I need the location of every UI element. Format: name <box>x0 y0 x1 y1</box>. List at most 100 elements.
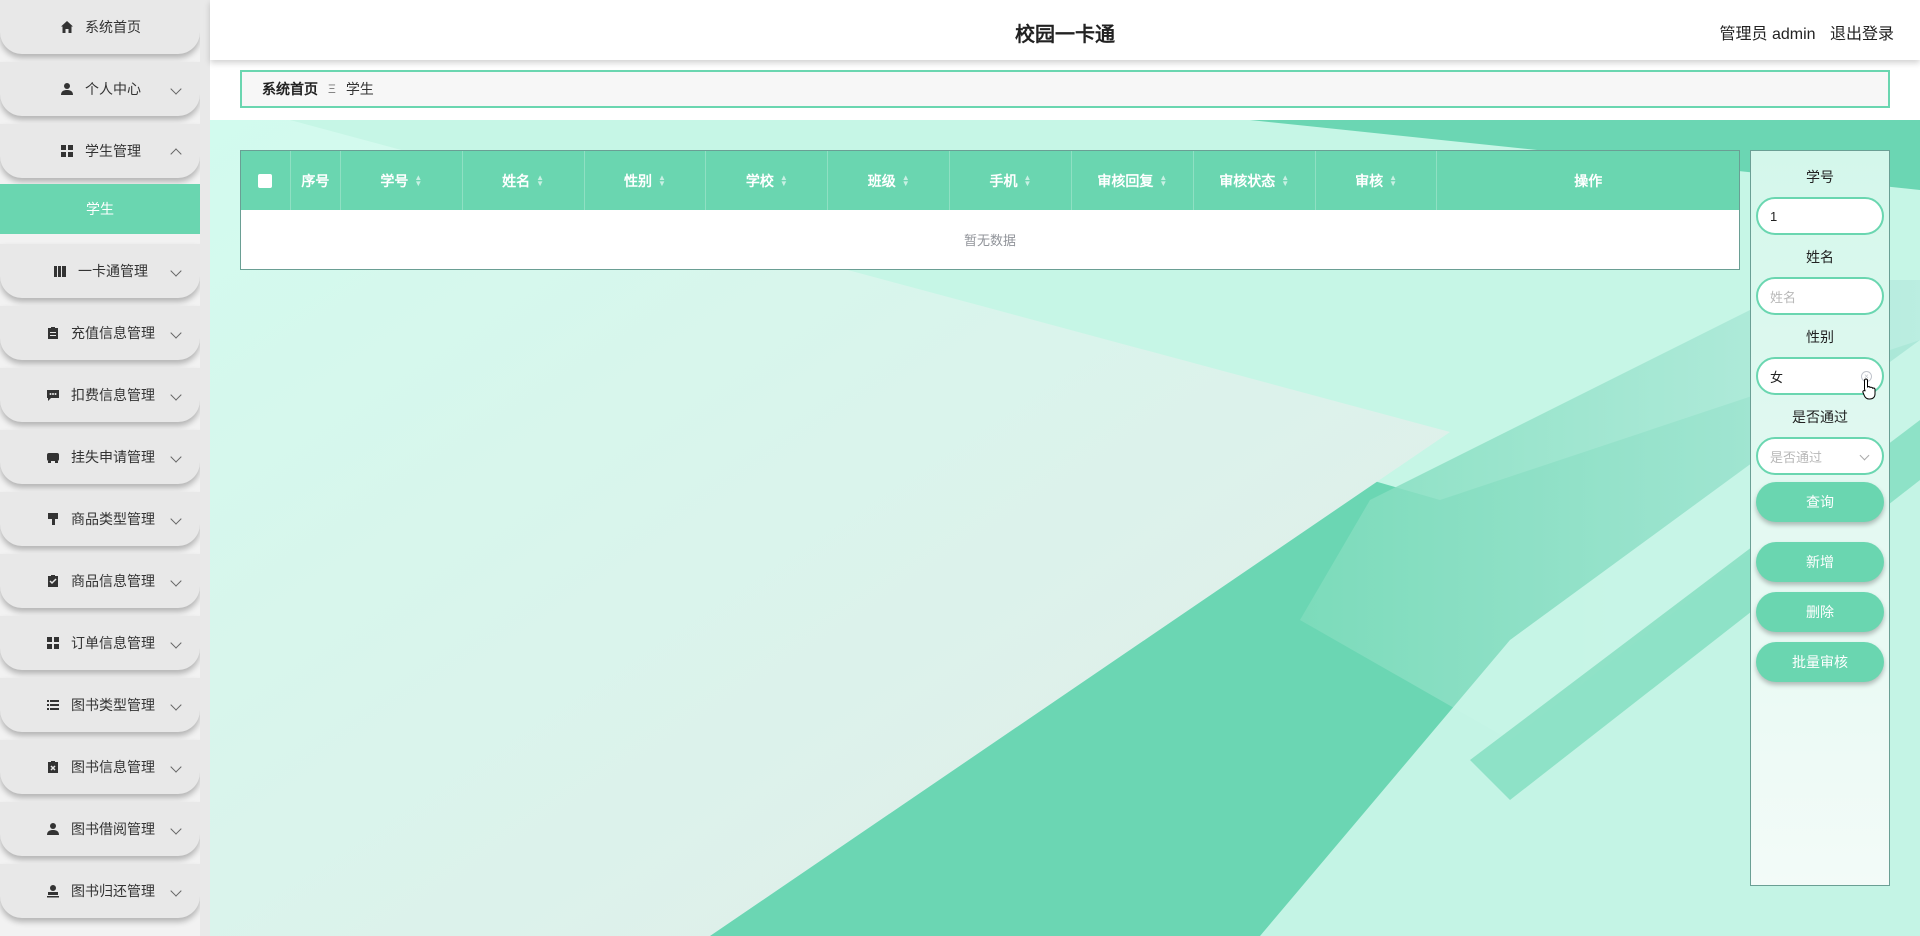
home-icon <box>59 19 75 35</box>
col-phone[interactable]: 手机 ▲ ▼ <box>950 151 1072 210</box>
sidebar-item-book-info[interactable]: 图书信息管理 <box>0 740 200 794</box>
grid-icon <box>45 635 61 651</box>
person-icon <box>45 821 61 837</box>
chevron-down-icon <box>170 637 182 649</box>
sidebar-item-book-type[interactable]: 图书类型管理 <box>0 678 200 732</box>
col-actions: 操作 <box>1437 151 1739 210</box>
x-clipboard-icon <box>45 759 61 775</box>
delete-button[interactable]: 删除 <box>1756 592 1884 632</box>
chevron-up-icon <box>170 148 182 160</box>
chevron-down-icon <box>170 451 182 463</box>
col-label: 姓名 <box>502 172 531 189</box>
student-no-input[interactable]: 1 <box>1756 197 1884 235</box>
sidebar-item-book-return[interactable]: 图书归还管理 <box>0 864 200 918</box>
sort-icon[interactable]: ▲ ▼ <box>1159 173 1167 187</box>
name-input[interactable]: 姓名 <box>1756 277 1884 315</box>
col-label: 审核状态 <box>1219 172 1276 189</box>
passed-select[interactable]: 是否通过 <box>1756 437 1884 475</box>
sidebar-item-label: 图书类型管理 <box>71 697 155 713</box>
add-button[interactable]: 新增 <box>1756 542 1884 582</box>
sidebar-item-product-info[interactable]: 商品信息管理 <box>0 554 200 608</box>
chevron-down-icon <box>170 699 182 711</box>
student-no-value: 1 <box>1770 208 1778 224</box>
sidebar-subitem-student[interactable]: 学生 <box>0 184 200 234</box>
sort-icon[interactable]: ▲ ▼ <box>536 173 544 187</box>
sort-icon[interactable]: ▲ ▼ <box>902 173 910 187</box>
logout-link[interactable]: 退出登录 <box>1830 26 1894 43</box>
gender-value: 女 <box>1770 369 1784 385</box>
user-area: 管理员 admin 退出登录 <box>1710 20 1895 44</box>
chevron-down-icon <box>170 265 182 277</box>
sidebar-item-label: 学生管理 <box>85 143 141 159</box>
col-name[interactable]: 姓名 ▲ ▼ <box>463 151 585 210</box>
clipboard-icon <box>45 325 61 341</box>
col-review-status[interactable]: 审核状态 ▲ ▼ <box>1194 151 1316 210</box>
col-label: 学号 <box>380 172 409 189</box>
chevron-down-icon <box>170 885 182 897</box>
sidebar-item-label: 商品信息管理 <box>71 573 155 589</box>
sidebar: 系统首页 个人中心 学生管理 学生 一卡通管理 充值信息管理 扣费信息管理 挂失… <box>0 0 200 936</box>
sidebar-item-label: 图书归还管理 <box>71 883 155 899</box>
col-gender[interactable]: 性别 ▲ ▼ <box>585 151 707 210</box>
sidebar-item-label: 系统首页 <box>85 19 141 35</box>
grid-icon <box>59 143 75 159</box>
query-button[interactable]: 查询 <box>1756 482 1884 522</box>
col-index: 序号 <box>291 151 341 210</box>
select-all-cell <box>241 151 291 210</box>
sidebar-item-label: 一卡通管理 <box>78 263 148 279</box>
sort-icon[interactable]: ▲ ▼ <box>780 173 788 187</box>
student-no-label: 学号 <box>1806 169 1834 185</box>
col-student-no[interactable]: 学号 ▲ ▼ <box>341 151 463 210</box>
sidebar-item-label: 商品类型管理 <box>71 511 155 527</box>
sort-icon[interactable]: ▲ ▼ <box>1389 173 1397 187</box>
sidebar-item-label: 扣费信息管理 <box>71 387 155 403</box>
sidebar-item-label: 图书信息管理 <box>71 759 155 775</box>
batch-review-button[interactable]: 批量审核 <box>1756 642 1884 682</box>
col-label: 审核回复 <box>1097 172 1154 189</box>
sort-icon[interactable]: ▲ ▼ <box>658 173 666 187</box>
chevron-down-icon <box>170 513 182 525</box>
breadcrumb-separator: Ξ <box>328 82 336 96</box>
chat-icon <box>45 387 61 403</box>
col-school[interactable]: 学校 ▲ ▼ <box>706 151 829 210</box>
sidebar-item-product-type[interactable]: 商品类型管理 <box>0 492 200 546</box>
breadcrumb-wrapper: 系统首页 Ξ 学生 <box>210 60 1920 120</box>
breadcrumb-home[interactable]: 系统首页 <box>262 79 318 99</box>
col-label: 性别 <box>624 172 653 189</box>
table-header: 序号 学号 ▲ ▼ 姓名 ▲ ▼ 性别 ▲ ▼ 学校 ▲ ▼ 班级 ▲ ▼ 手机 ▲ ▼ 审核回复 ▲ ▼ … <box>241 151 1739 210</box>
select-all-checkbox[interactable] <box>258 173 273 188</box>
sort-icon[interactable]: ▲ ▼ <box>414 173 422 187</box>
breadcrumb-current: 学生 <box>345 81 374 97</box>
chevron-down-icon <box>170 83 182 95</box>
sidebar-item-label: 个人中心 <box>85 81 141 97</box>
sidebar-item-recharge[interactable]: 充值信息管理 <box>0 306 200 360</box>
sidebar-item-home[interactable]: 系统首页 <box>0 0 200 54</box>
col-label: 学校 <box>745 172 774 189</box>
col-label: 审核 <box>1355 172 1384 189</box>
col-label: 序号 <box>301 172 330 189</box>
passed-label: 是否通过 <box>1792 409 1848 425</box>
chevron-down-icon <box>170 761 182 773</box>
sort-icon[interactable]: ▲ ▼ <box>1281 173 1289 187</box>
name-label: 姓名 <box>1806 249 1834 265</box>
sidebar-item-book-borrow[interactable]: 图书借阅管理 <box>0 802 200 856</box>
book-icon <box>52 263 68 279</box>
col-review[interactable]: 审核 ▲ ▼ <box>1316 151 1438 210</box>
sidebar-item-personal-center[interactable]: 个人中心 <box>0 62 200 116</box>
table-empty-text: 暂无数据 <box>963 233 1016 248</box>
top-header: 校园一卡通 管理员 admin 退出登录 <box>210 0 1920 60</box>
sidebar-item-student-management[interactable]: 学生管理 <box>0 124 200 178</box>
sort-icon[interactable]: ▲ ▼ <box>1024 173 1032 187</box>
col-review-reply[interactable]: 审核回复 ▲ ▼ <box>1072 151 1194 210</box>
col-label: 手机 <box>989 172 1018 189</box>
chevron-down-icon <box>170 327 182 339</box>
sidebar-item-deduction[interactable]: 扣费信息管理 <box>0 368 200 422</box>
sidebar-item-card-management[interactable]: 一卡通管理 <box>0 244 200 298</box>
sidebar-item-loss-report[interactable]: 挂失申请管理 <box>0 430 200 484</box>
list-icon <box>45 697 61 713</box>
col-class[interactable]: 班级 ▲ ▼ <box>828 151 951 210</box>
sidebar-item-label: 挂失申请管理 <box>71 449 155 465</box>
col-label: 班级 <box>867 172 896 189</box>
sidebar-item-order-info[interactable]: 订单信息管理 <box>0 616 200 670</box>
sidebar-item-label: 充值信息管理 <box>71 325 155 341</box>
